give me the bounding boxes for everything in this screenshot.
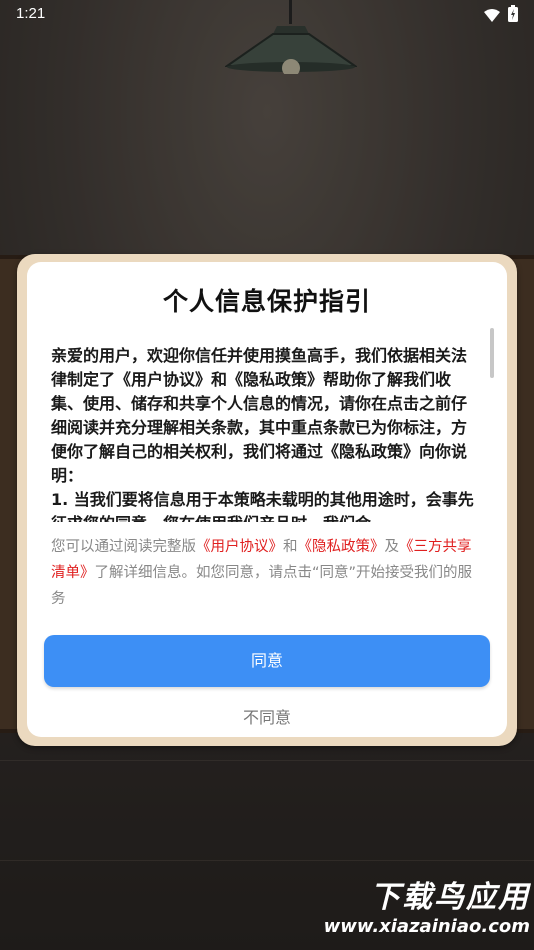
battery-icon [508,5,518,26]
watermark-url: www.xiazainiao.com [323,916,530,937]
user-agreement-link[interactable]: 《用户协议》 [196,539,283,555]
dialog-title: 个人信息保护指引 [162,287,371,316]
notice-and-2: 及 [384,539,400,555]
wifi-icon [484,7,500,26]
notice-prefix: 您可以通过阅读完整版 [51,539,196,555]
status-time: 1:21 [16,5,46,22]
scrollbar-thumb[interactable] [490,328,494,378]
watermark: 下载鸟应用 www.xiazainiao.com [320,880,530,938]
disagree-button[interactable]: 不同意 [27,704,507,728]
agreement-notice: 您可以通过阅读完整版《用户协议》和《隐私政策》及《三方共享清单》了解详细信息。如… [51,534,481,612]
policy-point-1: 1. 当我们要将信息用于本策略未载明的其他用途时，会事先征求您的同意。您在使用我… [51,490,474,522]
privacy-dialog: 个人信息保护指引 亲爱的用户，欢迎你信任并使用摸鱼高手，我们依据相关法律制定了《… [27,262,507,737]
status-bar: 1:21 [0,0,534,30]
policy-text-scroll[interactable]: 亲爱的用户，欢迎你信任并使用摸鱼高手，我们依据相关法律制定了《用户协议》和《隐私… [51,344,481,522]
privacy-policy-link[interactable]: 《隐私政策》 [298,539,385,555]
watermark-title: 下载鸟应用 [370,880,530,915]
notice-suffix: 了解详细信息。如您同意，请点击“同意”开始接受我们的服务 [51,565,473,607]
policy-intro-text: 亲爱的用户，欢迎你信任并使用摸鱼高手，我们依据相关法律制定了《用户协议》和《隐私… [51,346,468,485]
notice-and: 和 [283,539,298,555]
agree-button[interactable]: 同意 [44,635,490,687]
